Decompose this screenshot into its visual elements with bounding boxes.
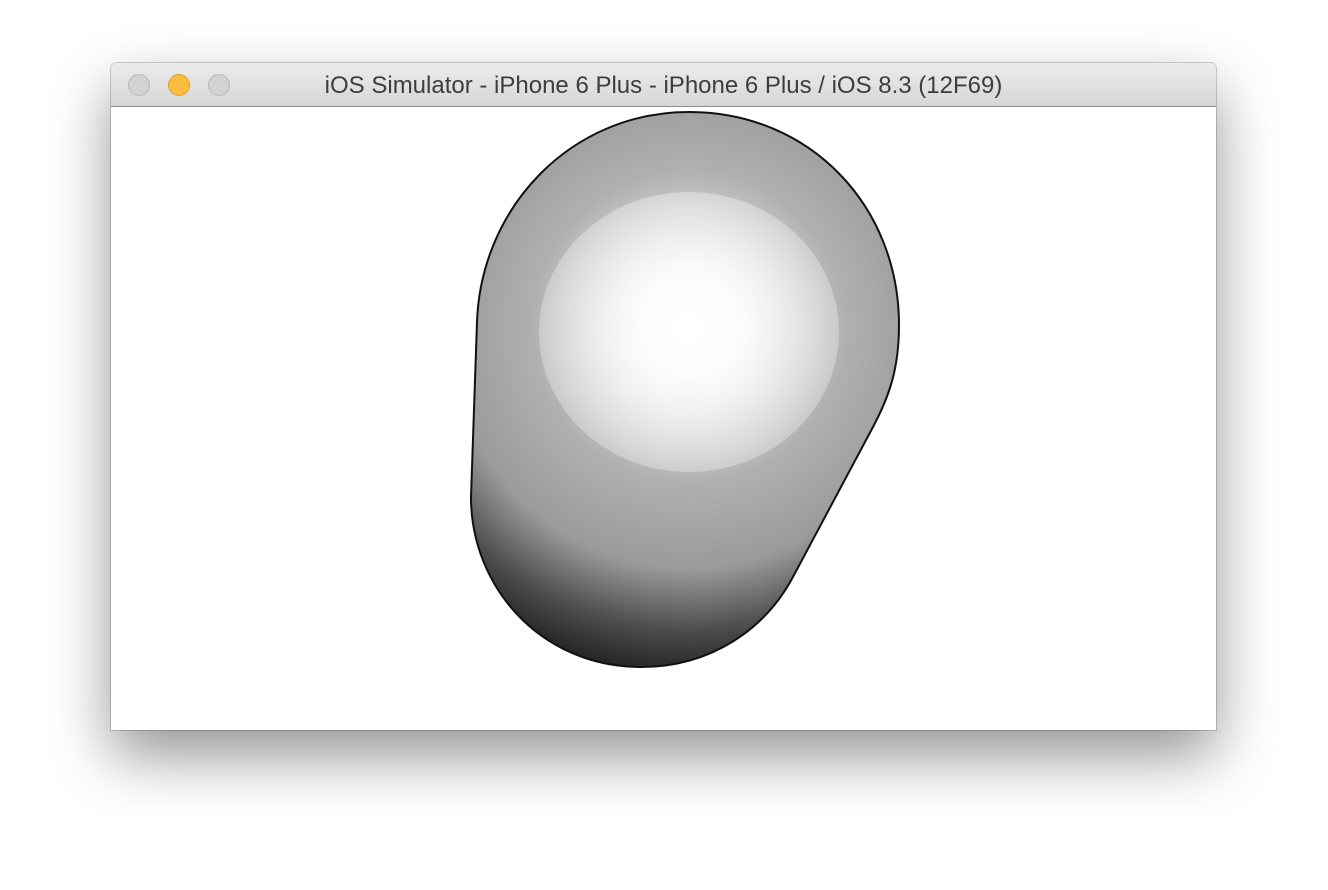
simulator-window: iOS Simulator - iPhone 6 Plus - iPhone 6… (111, 63, 1216, 730)
desktop: iOS Simulator - iPhone 6 Plus - iPhone 6… (0, 0, 1328, 890)
blob-highlight (539, 192, 839, 472)
simulator-screen[interactable] (111, 107, 1216, 730)
window-title: iOS Simulator - iPhone 6 Plus - iPhone 6… (324, 72, 1003, 99)
title-bar[interactable]: iOS Simulator - iPhone 6 Plus - iPhone 6… (111, 63, 1216, 107)
blob-shape (469, 110, 901, 669)
